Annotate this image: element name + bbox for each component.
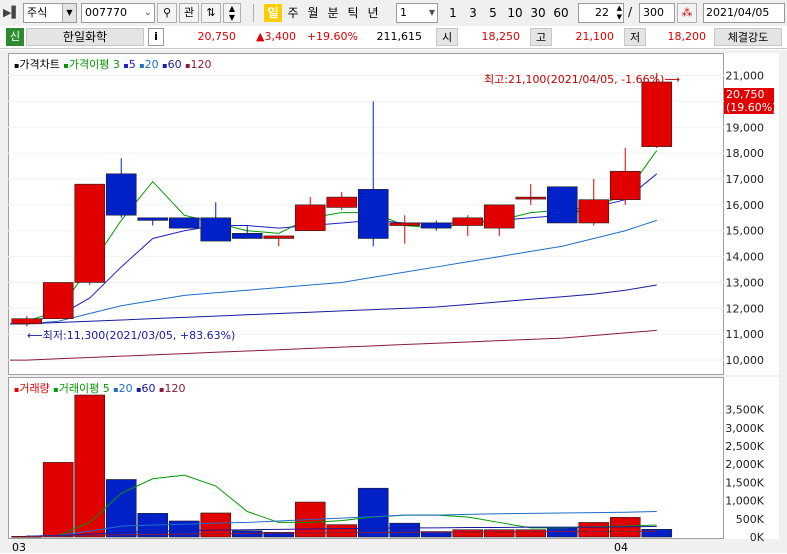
legend-ma20: 20 [144,58,159,71]
candle-body [546,186,578,224]
candle[interactable] [357,101,389,247]
candle[interactable] [326,191,358,211]
price-tick-label: 19,000 [726,121,765,134]
candle-body [420,222,452,229]
volume-tick-label: 1,500K [725,476,764,489]
last-price-value: 20,750 [726,88,765,101]
price-tick-label: 18,000 [726,147,765,160]
candle[interactable] [452,215,484,236]
volume-bar[interactable] [578,522,610,538]
candle[interactable] [137,217,169,226]
candle[interactable] [42,282,74,319]
legend-ma5: 5 [128,58,136,71]
high-annotation: 최고:21,100(2021/04/05, -1.66%)⟶ [484,71,680,87]
x-label-march: 03 [12,541,26,554]
candle[interactable] [200,202,232,242]
candle-body [578,199,610,224]
legend-vol-ma60: 60 [141,382,156,395]
candle[interactable] [546,186,578,224]
candle-body [357,189,389,239]
price-tick-label: 16,000 [726,199,765,212]
volume-bar[interactable] [74,394,106,538]
price-legend: ▪가격차트 ▪가격이평 3 ▪5 ▪20 ▪60 ▪120 [14,56,212,72]
price-tick-label: 21,000 [726,70,765,83]
legend-vol-ma5: 5 [102,382,110,395]
price-tick-label: 13,000 [726,276,765,289]
legend-ma60: 60 [167,58,182,71]
candle[interactable] [578,178,610,226]
volume-tick-label: 2,500K [725,440,764,453]
candle-body [42,282,74,319]
candle[interactable] [105,158,137,218]
last-price-percent: (19.60%) [726,101,777,114]
price-tick-label: 12,000 [726,302,765,315]
volume-bar[interactable] [515,529,547,538]
candle-body [231,233,263,239]
legend-ma-label: 가격이평 [68,58,110,71]
legend-price-title: 가격차트 [19,58,60,71]
legend-vol-ma20: 20 [118,382,133,395]
volume-bar[interactable] [546,527,578,538]
candle-body [200,217,232,242]
legend-ma3: 3 [112,58,120,71]
candle-body [452,217,484,226]
candle[interactable] [168,217,200,229]
price-tick-label: 11,000 [726,328,765,341]
volume-bar[interactable] [452,529,484,538]
x-label-april: 04 [614,541,628,554]
low-annotation-text: 최저:11,300(2021/03/05, +83.63%) [42,329,236,342]
candle[interactable] [609,147,641,205]
candle-body [609,170,641,200]
legend-volume-title: 거래량 [19,382,50,395]
legend-vol-ma-label: 거래이평 [58,382,100,395]
price-tick-label: 17,000 [726,173,765,186]
candle-body [168,217,200,229]
high-annotation-text: 최고:21,100(2021/04/05, -1.66%) [484,73,665,86]
last-price-tag: 20,750 (19.60%) [724,88,777,114]
candle-body [105,173,137,216]
volume-bar[interactable] [389,522,421,538]
price-tick-label: 15,000 [726,225,765,238]
candle-body [74,183,106,283]
volume-bar[interactable] [357,487,389,538]
volume-tick-label: 3,000K [725,422,764,435]
candle-body [294,204,326,232]
ma60-line [10,284,657,325]
candle-body [263,235,295,239]
candle-body [483,204,515,229]
candle-body [515,196,547,200]
volume-bar[interactable] [326,524,358,538]
candle-body [641,81,673,147]
legend-vol-ma120: 120 [164,382,186,395]
volume-tick-label: 0K [750,531,765,544]
volume-tick-label: 2,000K [725,458,764,471]
volume-bar[interactable] [42,462,74,538]
candle[interactable] [389,215,421,244]
candle-body [326,196,358,208]
arrow-left-icon: ⟵ [27,329,43,342]
volume-bar[interactable] [641,528,673,538]
candle[interactable] [483,204,515,236]
candle-body [11,318,43,325]
candle[interactable] [263,235,295,247]
candle[interactable] [420,220,452,231]
legend-ma120: 120 [190,58,212,71]
price-tick-label: 14,000 [726,251,765,264]
arrow-right-icon: ⟶ [664,73,681,86]
volume-bar[interactable] [483,529,515,538]
volume-tick-label: 3,500K [725,404,764,417]
candle-body [389,222,421,226]
volume-tick-label: 1,000K [725,495,764,508]
volume-legend: ▪거래량 ▪거래이평 5 ▪20 ▪60 ▪120 [14,380,185,396]
volume-tick-label: 500K [736,513,765,526]
candle[interactable] [74,183,106,286]
candle[interactable] [515,184,547,205]
candle-body [137,217,169,221]
low-annotation: ⟵최저:11,300(2021/03/05, +83.63%) [27,327,235,343]
candle[interactable] [294,197,326,232]
price-tick-label: 10,000 [726,354,765,367]
